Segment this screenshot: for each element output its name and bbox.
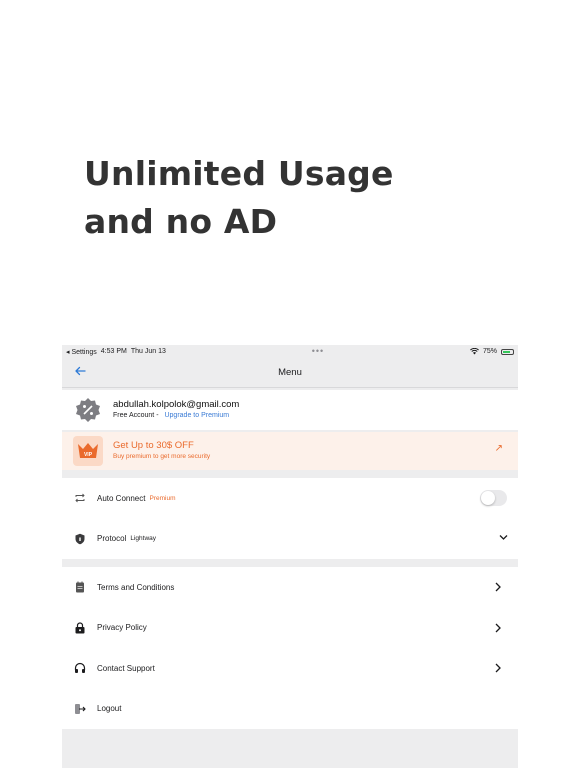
- vip-crown-icon: VIP: [73, 436, 103, 466]
- settings-group: Auto Connect Premium Protocol Lightway: [62, 478, 518, 559]
- menu-item-terms[interactable]: Terms and Conditions: [62, 567, 518, 608]
- promo-line-2: and no AD: [84, 202, 278, 241]
- chevron-right-icon: [495, 582, 501, 592]
- menu-item-support[interactable]: Contact Support: [62, 648, 518, 689]
- menu-group: Terms and Conditions Privacy Policy Cont…: [62, 567, 518, 729]
- back-arrow-icon[interactable]: [74, 364, 86, 378]
- chevron-right-icon: [495, 663, 501, 673]
- battery-icon: [501, 348, 514, 355]
- account-plan: Free Account -: [113, 412, 159, 419]
- wifi-icon: [470, 348, 479, 355]
- logout-icon: [74, 703, 86, 715]
- status-back-to-settings[interactable]: ◂ Settings: [66, 348, 97, 356]
- external-arrow-icon[interactable]: ↗: [495, 443, 503, 454]
- protocol-label: Protocol: [97, 534, 127, 544]
- headphones-icon: [74, 662, 86, 674]
- vip-badge-text: VIP: [84, 452, 93, 458]
- discount-badge-icon: [75, 397, 101, 423]
- account-card[interactable]: abdullah.kolpolok@gmail.com Free Account…: [62, 390, 518, 430]
- protocol-row[interactable]: Protocol Lightway: [62, 519, 518, 560]
- chevron-down-icon[interactable]: [499, 534, 508, 541]
- upgrade-premium-link[interactable]: Upgrade to Premium: [164, 412, 229, 419]
- status-bar: ◂ Settings 4:53 PM Thu Jun 13 ••• 75%: [62, 345, 518, 358]
- status-time: 4:53 PM: [100, 348, 127, 355]
- premium-offer-banner[interactable]: VIP Get Up to 30$ OFF Buy premium to get…: [62, 432, 518, 470]
- menu-item-logout[interactable]: Logout: [62, 689, 518, 730]
- multitasking-dots[interactable]: •••: [312, 347, 324, 356]
- privacy-label: Privacy Policy: [97, 623, 147, 633]
- nav-bar: Menu: [62, 358, 518, 388]
- promo-headline: Unlimited Usage and no AD: [84, 150, 504, 246]
- protocol-value: Lightway: [130, 535, 157, 543]
- support-label: Contact Support: [97, 663, 155, 673]
- terms-label: Terms and Conditions: [97, 582, 175, 592]
- battery-percent: 75%: [482, 348, 497, 355]
- shield-icon: [74, 533, 86, 545]
- auto-connect-row: Auto Connect Premium: [62, 478, 518, 519]
- chevron-right-icon: [495, 623, 501, 632]
- logout-label: Logout: [97, 704, 122, 714]
- auto-connect-toggle[interactable]: [480, 490, 507, 506]
- account-email: abdullah.kolpolok@gmail.com: [113, 399, 240, 410]
- offer-headline: Get Up to 30$ OFF: [113, 440, 194, 451]
- menu-item-privacy[interactable]: Privacy Policy: [62, 608, 518, 649]
- app-screenshot: ◂ Settings 4:53 PM Thu Jun 13 ••• 75% Me…: [62, 345, 518, 768]
- auto-connect-label: Auto Connect: [97, 493, 146, 503]
- promo-line-1: Unlimited Usage: [84, 154, 394, 193]
- lock-icon: [74, 622, 86, 634]
- offer-tagline: Buy premium to get more security: [113, 453, 211, 460]
- premium-tag: Premium: [149, 494, 176, 502]
- document-icon: [74, 581, 86, 593]
- status-date: Thu Jun 13: [130, 348, 166, 355]
- page-title: Menu: [278, 367, 302, 378]
- repeat-icon: [74, 492, 86, 504]
